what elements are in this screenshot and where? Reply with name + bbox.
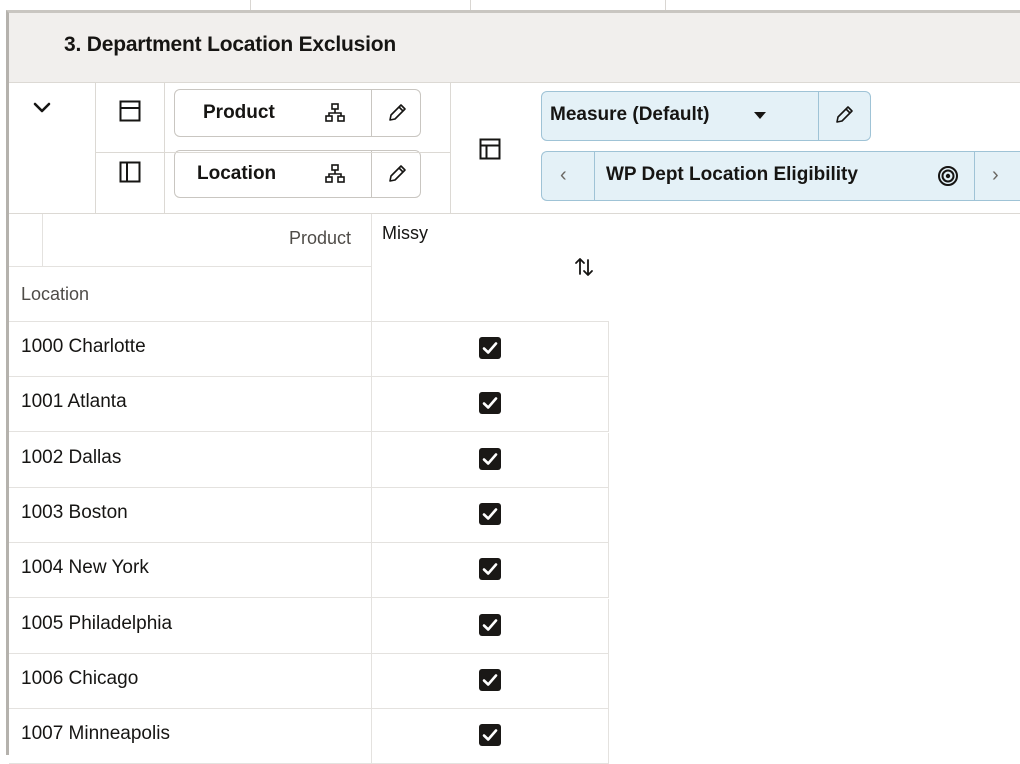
- eligibility-cell[interactable]: [371, 543, 609, 599]
- product-dimension-label: Product: [203, 102, 275, 123]
- checkmark-icon: [482, 452, 498, 465]
- eligibility-checkbox[interactable]: [479, 724, 501, 747]
- table-row: 1003 Boston: [9, 487, 609, 543]
- table-row: 1001 Atlanta: [9, 377, 609, 433]
- checkmark-icon: [482, 508, 498, 520]
- eligibility-checkbox[interactable]: [479, 558, 501, 581]
- row-location-label: 1007 Minneapolis: [21, 723, 170, 745]
- divider: [818, 92, 819, 140]
- table-row: 1007 Minneapolis: [9, 709, 609, 764]
- table-row: 1006 Chicago: [9, 653, 609, 709]
- eligibility-checkbox[interactable]: [479, 337, 501, 359]
- sort-icon[interactable]: [573, 256, 595, 278]
- title-bar: 3. Department Location Exclusion: [9, 13, 1020, 83]
- top-strip: [0, 0, 1020, 10]
- eligibility-cell[interactable]: [371, 377, 609, 433]
- rows-layout-icon: [119, 100, 141, 122]
- chevron-right-icon[interactable]: ›: [992, 164, 999, 187]
- hierarchy-icon[interactable]: [325, 164, 345, 184]
- divider: [371, 151, 372, 197]
- location-dimension-label: Location: [197, 163, 277, 184]
- checkmark-icon: [482, 618, 498, 631]
- divider: [371, 90, 372, 136]
- row-location-label: 1006 Chicago: [21, 667, 139, 689]
- hierarchy-icon[interactable]: [325, 103, 345, 123]
- eligibility-checkbox[interactable]: [479, 668, 501, 691]
- checkmark-icon: [482, 342, 498, 354]
- eligibility-cell[interactable]: [371, 598, 609, 654]
- eligibility-cell[interactable]: [371, 432, 609, 488]
- pencil-icon[interactable]: [387, 103, 407, 123]
- table-row: 1000 Charlotte: [9, 322, 609, 377]
- columns-layout-icon: [119, 161, 141, 183]
- view-title: 3. Department Location Exclusion: [64, 33, 396, 56]
- divider: [974, 152, 975, 200]
- pencil-icon[interactable]: [834, 105, 854, 125]
- pivot-toolbar: Product Location Measure (Default) ‹ WP …: [9, 83, 1020, 214]
- location-dimension-tile[interactable]: Location: [174, 150, 421, 198]
- divider: [95, 152, 450, 153]
- chevron-left-icon[interactable]: ‹: [560, 164, 567, 187]
- table-row: 1004 New York: [9, 543, 609, 599]
- row-location-label: 1004 New York: [21, 557, 149, 579]
- product-dimension-tile[interactable]: Product: [174, 89, 421, 137]
- row-location-label: 1003 Boston: [21, 501, 128, 523]
- eligibility-cell[interactable]: [371, 709, 609, 764]
- checkmark-icon: [482, 729, 498, 741]
- view-panel: 3. Department Location Exclusion Product: [6, 10, 1020, 764]
- eligibility-cell[interactable]: [371, 653, 609, 709]
- checkmark-icon: [482, 673, 498, 686]
- row-location-label: 1002 Dallas: [21, 446, 122, 468]
- eligibility-checkbox[interactable]: [479, 447, 501, 470]
- pivot-grid: Product Location Missy 1000 Charlotte 100…: [9, 214, 1020, 764]
- pivot-layout-icon[interactable]: [479, 138, 501, 160]
- eligibility-checkbox[interactable]: [479, 613, 501, 636]
- location-axis-header: Location: [21, 284, 90, 304]
- target-icon[interactable]: [937, 165, 959, 187]
- checkmark-icon: [482, 397, 498, 410]
- divider: [95, 83, 96, 214]
- measure-profile-dropdown[interactable]: Measure (Default): [541, 91, 871, 141]
- caret-down-icon[interactable]: [754, 112, 766, 119]
- divider: [9, 266, 371, 267]
- column-header-missy[interactable]: Missy: [382, 223, 428, 244]
- measure-profile-label: Measure (Default): [550, 104, 710, 125]
- table-row: 1002 Dallas: [9, 432, 609, 488]
- eligibility-cell[interactable]: [371, 322, 609, 377]
- row-location-label: 1000 Charlotte: [21, 336, 146, 357]
- divider: [450, 83, 451, 214]
- divider: [164, 83, 165, 214]
- eligibility-cell[interactable]: [371, 487, 609, 543]
- chevron-down-icon[interactable]: [27, 93, 57, 123]
- measure-selector: ‹ WP Dept Location Eligibility ›: [541, 151, 1020, 201]
- eligibility-checkbox[interactable]: [479, 392, 501, 415]
- divider: [594, 152, 595, 200]
- row-location-label: 1001 Atlanta: [21, 391, 127, 413]
- measure-selector-label[interactable]: WP Dept Location Eligibility: [606, 164, 858, 186]
- divider: [42, 214, 43, 266]
- row-location-label: 1005 Philadelphia: [21, 612, 173, 634]
- table-row: 1005 Philadelphia: [9, 598, 609, 654]
- eligibility-checkbox[interactable]: [479, 502, 501, 525]
- checkmark-icon: [482, 563, 498, 575]
- pencil-icon[interactable]: [387, 164, 407, 184]
- top-strip-segment: [0, 0, 666, 10]
- product-axis-header: Product: [289, 228, 352, 248]
